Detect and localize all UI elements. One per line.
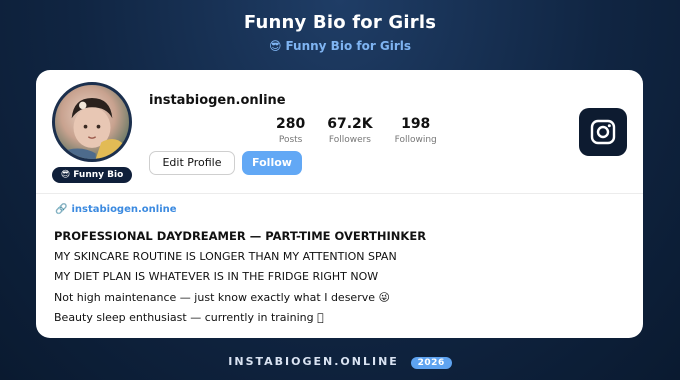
bio-line: MY SKINCARE ROUTINE IS LONGER THAN MY AT… (54, 249, 397, 263)
bio-text: PROFESSIONAL DAYDREAMER — PART-TIME OVER… (54, 226, 624, 329)
sunglasses-emoji-icon: 😎 (268, 39, 282, 53)
avatar[interactable] (52, 82, 132, 162)
stat-followers[interactable]: 67.2K Followers (327, 116, 372, 145)
stat-value: 198 (401, 116, 431, 132)
avatar-badge: 😎 Funny Bio (52, 167, 132, 183)
link-icon: 🔗 (55, 204, 68, 215)
instagram-icon (590, 119, 616, 145)
stat-label: Following (394, 135, 437, 145)
stat-posts[interactable]: 280 Posts (276, 116, 305, 145)
bio-line: MY DIET PLAN IS WHATEVER IS IN THE FRIDG… (54, 270, 379, 283)
bio-line: Beauty sleep enthusiast — currently in t… (54, 311, 324, 324)
profile-username: instabiogen.online (149, 93, 286, 108)
stat-label: Followers (328, 135, 372, 145)
badge-label: Funny Bio (73, 170, 124, 180)
subtitle-text: Funny Bio for Girls (285, 39, 412, 53)
sunglasses-emoji-icon: 😎 (60, 170, 71, 180)
page-subtitle: 😎 Funny Bio for Girls (0, 39, 680, 53)
page-header: Funny Bio for Girls 😎 Funny Bio for Girls (0, 0, 680, 53)
instagram-button[interactable] (579, 108, 627, 156)
avatar-image (60, 97, 124, 159)
bio-line: Not high maintenance — just know exactly… (54, 290, 390, 304)
footer-site: INSTABIOGEN.ONLINE (228, 355, 399, 368)
page-title: Funny Bio for Girls (243, 12, 437, 33)
profile-card: 😎 Funny Bio instabiogen.online 280 Posts… (36, 70, 643, 338)
profile-stats: 280 Posts 67.2K Followers 198 Following (276, 116, 459, 145)
follow-button[interactable]: Follow (242, 151, 302, 175)
edit-profile-button[interactable]: Edit Profile (149, 151, 235, 175)
card-divider (36, 193, 643, 194)
year-badge: 2026 (410, 357, 452, 369)
stat-label: Posts (278, 135, 303, 145)
bio-line: PROFESSIONAL DAYDREAMER — PART-TIME OVER… (54, 229, 427, 243)
profile-link[interactable]: 🔗 instabiogen.online (55, 204, 177, 215)
stat-following[interactable]: 198 Following (395, 116, 437, 145)
page-footer: INSTABIOGEN.ONLINE 2026 (0, 355, 680, 369)
stat-value: 67.2K (327, 116, 373, 132)
profile-link-text: instabiogen.online (71, 204, 177, 215)
stat-value: 280 (276, 116, 306, 132)
